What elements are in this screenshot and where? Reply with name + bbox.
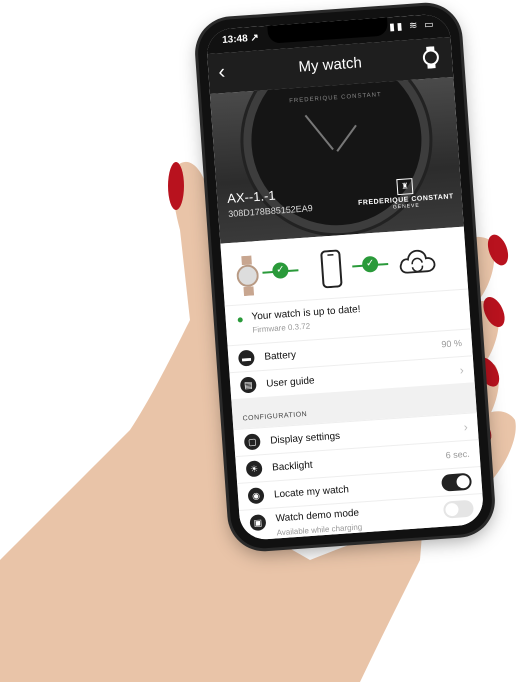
phone-frame: 13:48 ↗ ▮▮ ≋ ▭ ‹ My watch FREDERIQUE CON… [195, 3, 495, 551]
section-title: CONFIGURATION [242, 410, 308, 423]
row-label: Battery [264, 349, 297, 363]
book-icon: ▤ [239, 376, 257, 394]
locate-toggle[interactable] [441, 472, 473, 492]
chevron-right-icon: › [463, 419, 469, 435]
row-label: User guide [265, 375, 315, 390]
battery-value: 90 % [441, 338, 463, 350]
phone-device-icon [320, 249, 343, 289]
row-sublabel: Available while charging [276, 522, 363, 538]
watch-device-icon [236, 255, 259, 297]
watch-icon[interactable] [421, 46, 440, 69]
watch-hero: FREDERIQUE CONSTANT AX--1.-1 308D178B851… [209, 76, 464, 244]
brand-logo: ♜ FREDERIQUE CONSTANT GENEVE [357, 175, 455, 213]
notch [267, 17, 389, 44]
demo-mode-toggle[interactable] [442, 499, 475, 519]
backlight-value: 6 sec. [445, 448, 470, 461]
chevron-right-icon: › [459, 362, 465, 378]
status-dot [237, 317, 243, 323]
crest-icon: ♜ [396, 178, 414, 196]
battery-icon: ▬ [237, 349, 255, 367]
row-label: Backlight [271, 459, 314, 474]
locate-icon: ◉ [247, 487, 265, 505]
row-label: Watch demo mode [275, 507, 360, 525]
row-label: Locate my watch [273, 484, 350, 501]
row-label: Display settings [269, 430, 341, 447]
status-time: 13:48 ↗ [221, 32, 260, 46]
sun-icon: ☀ [245, 460, 263, 478]
demo-icon: ▣ [249, 514, 267, 532]
cloud-sync-icon [399, 249, 436, 274]
firmware-version: Firmware 0.3.72 [252, 321, 311, 335]
check-icon: ✓ [271, 261, 289, 280]
display-icon: ▢ [243, 433, 261, 451]
watch-model: AX--1.-1 [226, 187, 277, 207]
update-message: Your watch is up to date! [251, 304, 361, 323]
check-icon: ✓ [361, 255, 379, 273]
page-title: My watch [297, 54, 363, 76]
status-icons: ▮▮ ≋ ▭ [388, 19, 436, 34]
app-screen: 13:48 ↗ ▮▮ ≋ ▭ ‹ My watch FREDERIQUE CON… [205, 13, 485, 541]
